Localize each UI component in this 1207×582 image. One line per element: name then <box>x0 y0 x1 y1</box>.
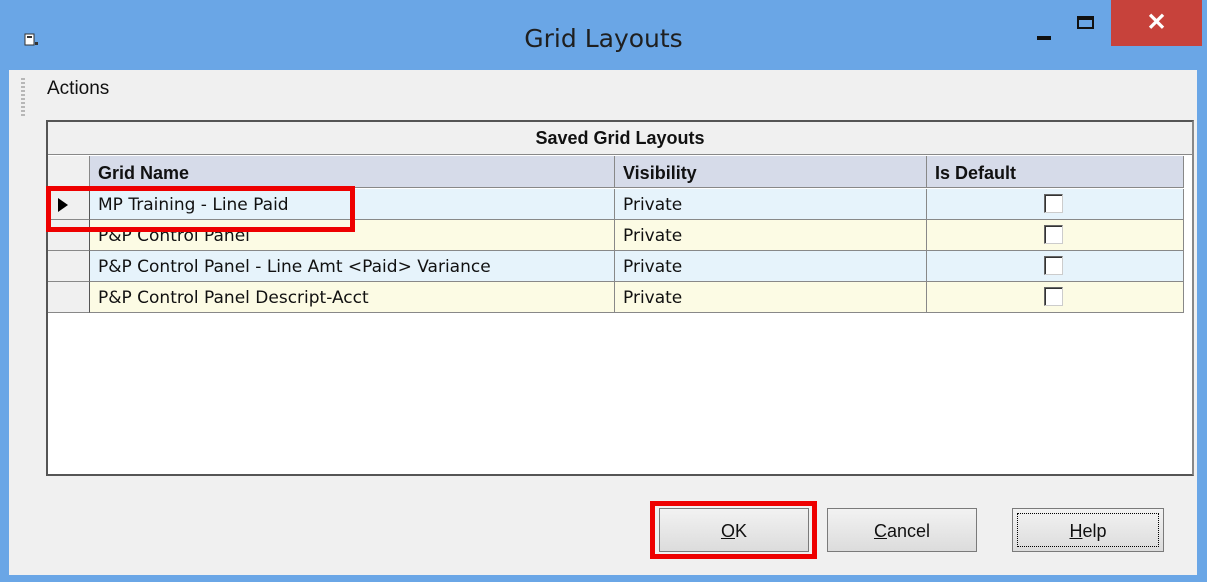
table-row[interactable]: P&P Control Panel - Line Amt <Paid> Vari… <box>48 251 1184 282</box>
grid-layouts-window: Grid Layouts ✕ Actions Saved Grid Layout… <box>0 0 1207 582</box>
visibility-cell[interactable]: Private <box>615 220 927 251</box>
saved-grid-layouts-table[interactable]: Saved Grid Layouts Grid Name Visibility … <box>46 120 1194 476</box>
cancel-mnemonic: C <box>873 521 887 541</box>
is-default-checkbox[interactable] <box>1044 225 1063 244</box>
minimize-button[interactable] <box>1030 14 1060 44</box>
close-button[interactable]: ✕ <box>1111 0 1202 46</box>
column-header-is-default[interactable]: Is Default <box>927 156 1184 188</box>
grid-name-cell[interactable]: P&P Control Panel - Line Amt <Paid> Vari… <box>90 251 615 282</box>
highlight-selected-row <box>46 186 355 232</box>
column-header-visibility[interactable]: Visibility <box>615 156 927 188</box>
cancel-button[interactable]: Cancel <box>827 508 977 552</box>
maximize-button[interactable] <box>1070 12 1104 42</box>
cancel-label-rest: ancel <box>886 521 931 541</box>
close-icon: ✕ <box>1146 9 1167 36</box>
row-selector[interactable] <box>48 282 90 313</box>
menu-grip-icon[interactable] <box>21 78 25 118</box>
window-title: Grid Layouts <box>524 24 683 53</box>
is-default-cell <box>927 220 1184 251</box>
visibility-cell[interactable]: Private <box>615 189 927 220</box>
is-default-checkbox[interactable] <box>1044 287 1063 306</box>
actions-menu[interactable]: Actions <box>47 78 109 100</box>
row-selector[interactable] <box>48 251 90 282</box>
dialog-body: Actions Saved Grid Layouts Grid Name Vis… <box>9 70 1197 575</box>
visibility-cell[interactable]: Private <box>615 251 927 282</box>
visibility-cell[interactable]: Private <box>615 282 927 313</box>
table-row[interactable]: P&P Control Panel Descript-Acct Private <box>48 282 1184 313</box>
grid-caption: Saved Grid Layouts <box>48 122 1192 155</box>
help-button[interactable]: Help <box>1012 508 1164 552</box>
focus-ring <box>1017 513 1159 547</box>
grid-name-cell[interactable]: P&P Control Panel Descript-Acct <box>90 282 615 313</box>
highlight-ok-button <box>650 501 817 559</box>
header-row-selector <box>48 156 90 188</box>
is-default-checkbox[interactable] <box>1044 256 1063 275</box>
is-default-cell <box>927 282 1184 313</box>
column-header-grid-name[interactable]: Grid Name <box>90 156 615 188</box>
is-default-cell <box>927 251 1184 282</box>
is-default-cell <box>927 189 1184 220</box>
title-bar[interactable]: Grid Layouts ✕ <box>0 0 1207 70</box>
is-default-checkbox[interactable] <box>1044 194 1063 213</box>
